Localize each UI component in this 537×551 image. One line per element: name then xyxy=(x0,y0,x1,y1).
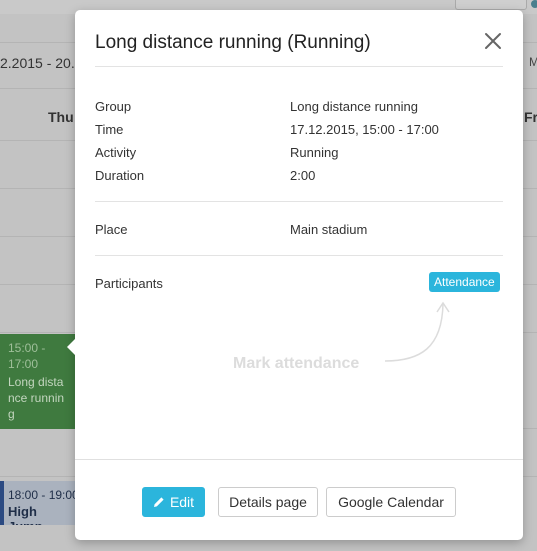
place-label: Place xyxy=(95,222,128,237)
event-time: 15:00 - 17:00 xyxy=(8,341,46,371)
activity-label: Activity xyxy=(95,145,137,160)
activity-value: Running xyxy=(290,145,339,160)
event-name: Long distance running xyxy=(8,375,65,421)
curved-arrow-icon xyxy=(384,301,450,362)
duration-value: 2:00 xyxy=(290,168,316,183)
google-calendar-button[interactable]: Google Calendar xyxy=(326,487,456,517)
close-button[interactable] xyxy=(484,32,502,50)
group-label: Group xyxy=(95,99,132,114)
edit-button-label: Edit xyxy=(169,494,195,510)
attendance-button[interactable]: Attendance xyxy=(429,272,500,292)
event-details-modal: Long distance running (Running) Group Lo… xyxy=(67,10,523,540)
calendar-event-running[interactable]: 15:00 - 17:00 Long distance running xyxy=(0,334,75,429)
footer-divider xyxy=(75,459,523,460)
event-time: 18:00 - 19:00 xyxy=(8,488,75,502)
close-icon xyxy=(485,33,501,49)
pencil-icon xyxy=(153,497,164,507)
calendar-view-letter: M xyxy=(529,55,537,69)
section-divider xyxy=(95,255,503,256)
popover-arrow xyxy=(67,338,76,356)
calendar-event-high-jump[interactable]: 18:00 - 19:00 High Jump xyxy=(0,481,75,525)
day-header-thursday: Thu xyxy=(48,109,74,125)
day-header-friday: Fr xyxy=(524,109,537,125)
calendar-date-range: 2.2015 - 20.1 xyxy=(0,55,83,71)
event-name: High Jump xyxy=(8,504,43,525)
group-value: Long distance running xyxy=(290,99,418,114)
header-divider xyxy=(95,66,503,67)
toolbar-indicator xyxy=(531,0,537,8)
place-value: Main stadium xyxy=(290,222,368,237)
participants-label: Participants xyxy=(95,276,163,291)
duration-label: Duration xyxy=(95,168,145,183)
toolbar-button[interactable] xyxy=(455,0,527,10)
time-value: 17.12.2015, 15:00 - 17:00 xyxy=(290,122,439,137)
edit-button[interactable]: Edit xyxy=(142,487,205,517)
details-page-button[interactable]: Details page xyxy=(218,487,318,517)
time-label: Time xyxy=(95,122,124,137)
section-divider xyxy=(95,201,503,202)
attendance-hint: Mark attendance xyxy=(233,355,360,372)
modal-title: Long distance running (Running) xyxy=(95,32,371,53)
